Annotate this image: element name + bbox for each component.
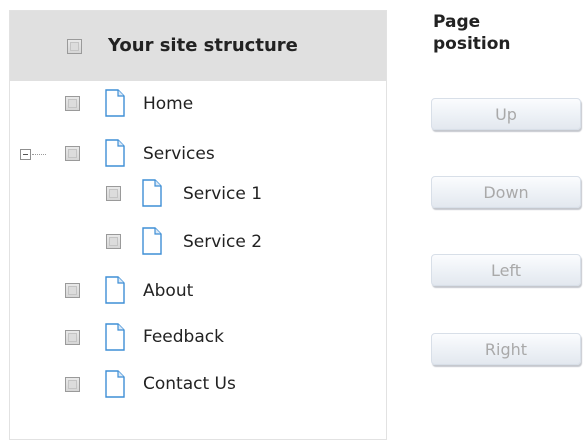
page-icon xyxy=(105,139,125,167)
tree-node-label: Services xyxy=(143,144,215,164)
page-icon xyxy=(105,276,125,304)
tree-node-label: Service 2 xyxy=(183,232,263,252)
service-2-checkbox[interactable] xyxy=(106,234,121,249)
site-structure-header: Your site structure xyxy=(10,11,386,81)
site-structure-title: Your site structure xyxy=(108,35,298,56)
tree-node-label: Home xyxy=(143,94,194,114)
left-button[interactable]: Left xyxy=(431,254,581,286)
page-position-title: Page position xyxy=(433,12,511,54)
page-icon xyxy=(142,179,162,207)
tree-node-label: Service 1 xyxy=(183,184,263,204)
about-checkbox[interactable] xyxy=(65,283,80,298)
page-icon xyxy=(142,227,162,255)
contact-us-checkbox[interactable] xyxy=(65,377,80,392)
page-icon xyxy=(105,89,125,117)
right-button[interactable]: Right xyxy=(431,333,581,365)
collapse-icon[interactable] xyxy=(20,149,31,160)
down-button[interactable]: Down xyxy=(431,176,581,208)
tree-node-label: Contact Us xyxy=(143,374,236,394)
select-all-checkbox[interactable] xyxy=(67,39,82,54)
page-icon xyxy=(105,323,125,351)
tree-connector xyxy=(32,154,46,155)
page-icon xyxy=(105,370,125,398)
tree-node-label: About xyxy=(143,281,194,301)
tree-node-label: Feedback xyxy=(143,327,224,347)
home-checkbox[interactable] xyxy=(65,96,80,111)
services-checkbox[interactable] xyxy=(65,146,80,161)
service-1-checkbox[interactable] xyxy=(106,186,121,201)
feedback-checkbox[interactable] xyxy=(65,330,80,345)
up-button[interactable]: Up xyxy=(431,98,581,130)
